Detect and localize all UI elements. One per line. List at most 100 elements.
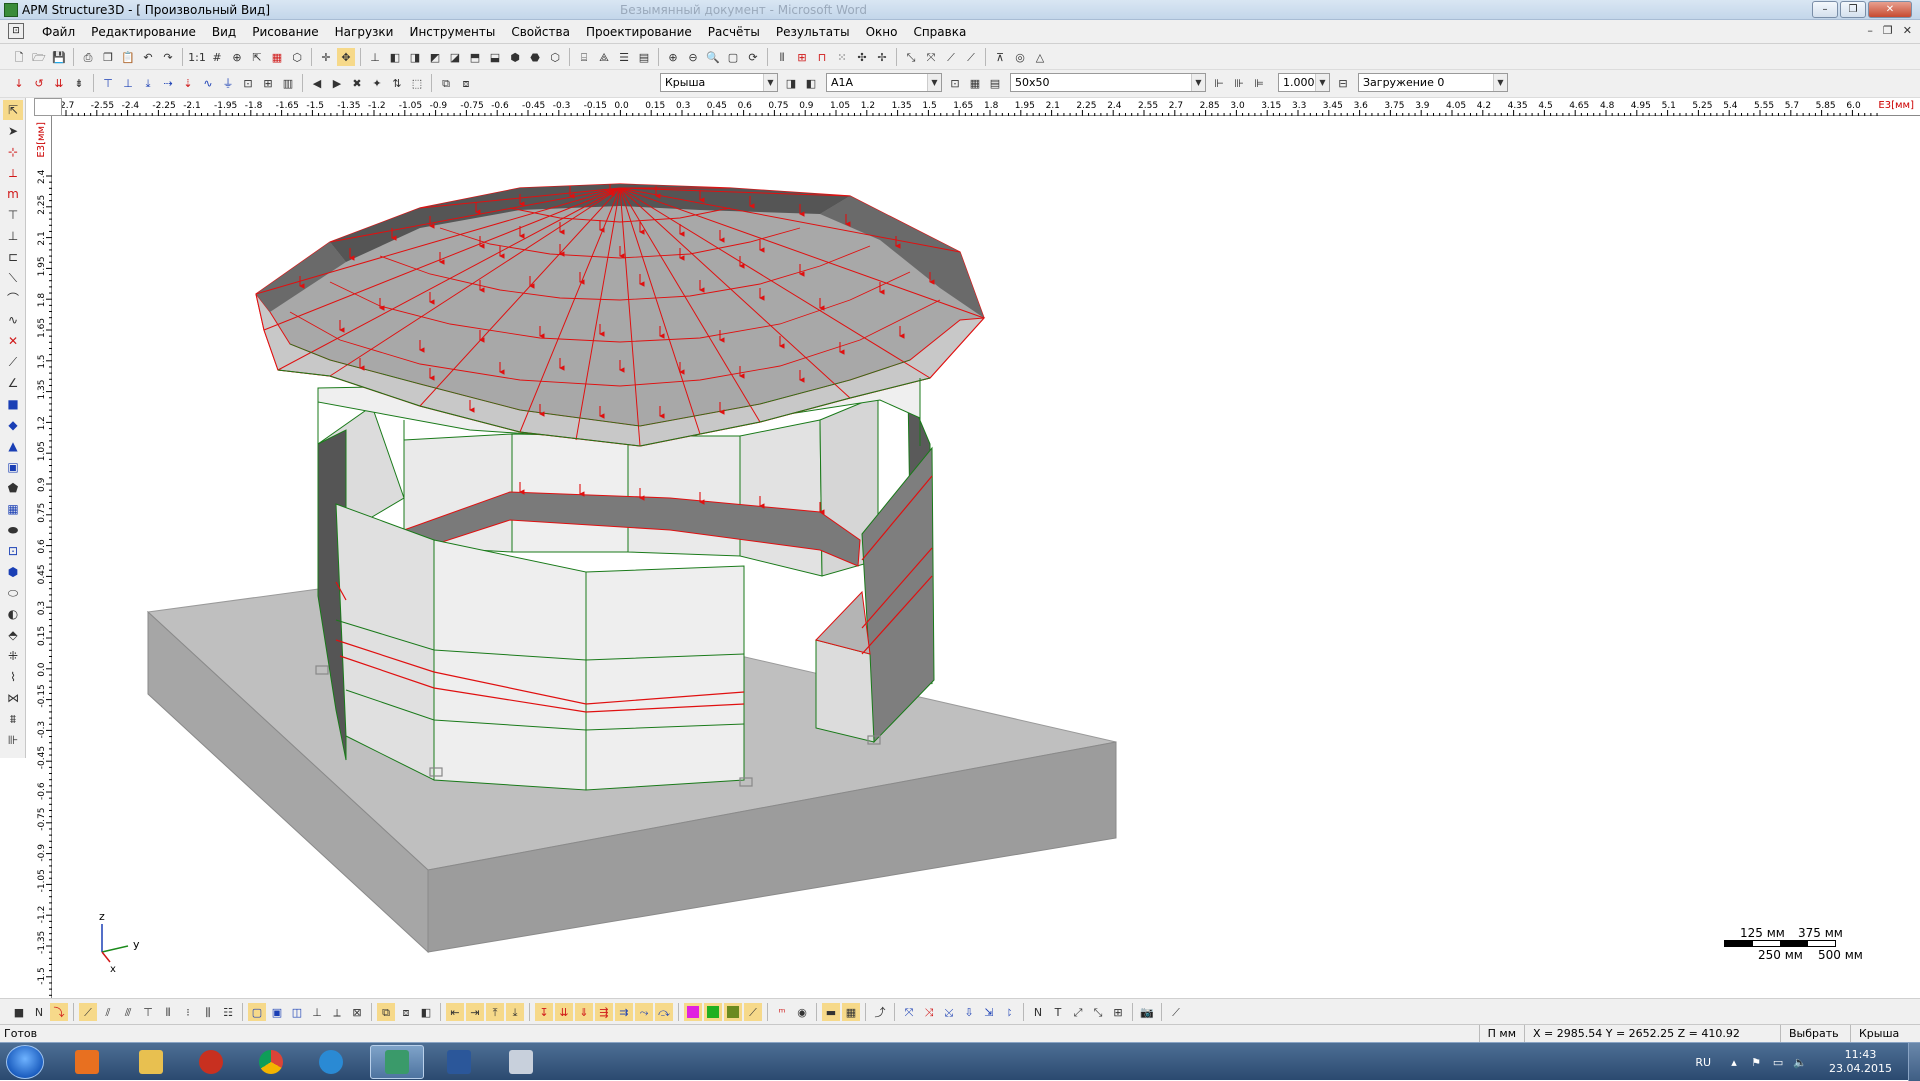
seismic-load-icon[interactable]: ∿ xyxy=(199,74,217,92)
show-elements-icon[interactable]: ⫴ xyxy=(159,1003,177,1021)
zoom-in-icon[interactable]: ⊕ xyxy=(664,48,682,66)
color-magenta-icon[interactable] xyxy=(684,1003,702,1021)
pressure-load-icon[interactable]: ⊥ xyxy=(119,74,137,92)
force-icon[interactable]: ↓ xyxy=(10,74,28,92)
show-temperature-icon[interactable]: ⤓ xyxy=(506,1003,524,1021)
scale-1x-icon[interactable]: 1:1 xyxy=(188,48,206,66)
chevron-down-icon[interactable]: ▼ xyxy=(763,74,777,91)
chevron-down-icon[interactable]: ▼ xyxy=(1315,74,1329,91)
zoom-out-icon[interactable]: ⊖ xyxy=(684,48,702,66)
chevron-down-icon[interactable]: ▼ xyxy=(927,74,941,91)
stiffness-center-icon[interactable]: ◉ xyxy=(793,1003,811,1021)
distributed-load-icon[interactable]: ⇊ xyxy=(50,74,68,92)
mesh-icon[interactable]: ⁙ xyxy=(833,48,851,66)
zoom-extents-icon[interactable]: ▢ xyxy=(724,48,742,66)
show-rods-icon[interactable]: ⟋ xyxy=(79,1003,97,1021)
show-wind-loads-icon[interactable]: ⇶ xyxy=(595,1003,613,1021)
slab-icon[interactable]: ⬬ xyxy=(3,520,23,540)
model-viewport[interactable]: z y x 125 мм 375 мм 250 мм 500 мм xyxy=(52,116,1920,998)
table-icon[interactable]: ▦ xyxy=(268,48,286,66)
mass-icon[interactable]: ⊡ xyxy=(239,74,257,92)
taskbar-file-explorer[interactable] xyxy=(124,1045,178,1079)
line-load-icon[interactable]: ⇟ xyxy=(70,74,88,92)
text-t-icon[interactable]: T xyxy=(1049,1003,1067,1021)
view-iso1-icon[interactable]: ⬢ xyxy=(506,48,524,66)
layer-lock-icon[interactable]: ◧ xyxy=(802,74,820,92)
view-iso2-icon[interactable]: ⬣ xyxy=(526,48,544,66)
minimize-button[interactable]: – xyxy=(1812,1,1838,18)
show-pressure-icon[interactable]: ⤒ xyxy=(486,1003,504,1021)
material-icon[interactable]: ▤ xyxy=(986,74,1004,92)
menu-results[interactable]: Результаты xyxy=(768,25,858,39)
arrow-right-icon[interactable]: ▶ xyxy=(328,74,346,92)
snap-icon[interactable]: ⊕ xyxy=(228,48,246,66)
show-seismic-loads-icon[interactable]: ⇉ xyxy=(615,1003,633,1021)
truss-icon[interactable]: ⋈ xyxy=(3,688,23,708)
column-icon[interactable]: ⊡ xyxy=(3,541,23,561)
layer-visible-icon[interactable]: ◨ xyxy=(782,74,800,92)
mdi-restore-button[interactable]: ❐ xyxy=(1883,24,1893,37)
perspective-icon[interactable]: ⟁ xyxy=(595,48,613,66)
section-library-icon[interactable]: ⊡ xyxy=(946,74,964,92)
load-edit-icon[interactable]: ⬚ xyxy=(408,74,426,92)
hinge-icon[interactable]: ◎ xyxy=(1011,48,1029,66)
camera-icon[interactable]: 📷 xyxy=(1138,1003,1156,1021)
node-icon[interactable]: ⊞ xyxy=(793,48,811,66)
reaction-icon[interactable]: ⇩ xyxy=(960,1003,978,1021)
cable-icon[interactable]: ✕ xyxy=(3,331,23,351)
show-render-icon[interactable]: ⟋ xyxy=(744,1003,762,1021)
show-groups-icon[interactable]: ⧉ xyxy=(377,1003,395,1021)
taskbar-media-player[interactable] xyxy=(60,1045,114,1079)
maximize-button[interactable]: ❐ xyxy=(1840,1,1866,18)
support-icon[interactable]: ⊼ xyxy=(991,48,1009,66)
chevron-down-icon[interactable]: ▼ xyxy=(1191,74,1205,91)
menu-properties[interactable]: Свойства xyxy=(503,25,578,39)
load-case-select[interactable]: Загружение 0 ▼ xyxy=(1358,73,1508,92)
layer-select[interactable]: Крыша ▼ xyxy=(660,73,778,92)
node-m-icon[interactable]: m xyxy=(3,184,23,204)
render-icon[interactable]: ⬡ xyxy=(288,48,306,66)
view-bottom-icon[interactable]: ⬓ xyxy=(486,48,504,66)
menu-loads[interactable]: Нагрузки xyxy=(327,25,402,39)
delete-load-icon[interactable]: ✖ xyxy=(348,74,366,92)
network-icon[interactable]: ▭ xyxy=(1771,1055,1785,1069)
view-back-icon[interactable]: ◨ xyxy=(406,48,424,66)
displacement-load-icon[interactable]: ⤓ xyxy=(139,74,157,92)
show-shells-icon[interactable]: ▣ xyxy=(268,1003,286,1021)
crosshair-icon[interactable]: ✛ xyxy=(317,48,335,66)
extrude-icon[interactable]: ⬟ xyxy=(3,478,23,498)
scale-object-icon[interactable]: ⤡ xyxy=(902,48,920,66)
cylinder-icon[interactable]: ⬭ xyxy=(3,583,23,603)
wall-icon[interactable]: ▦ xyxy=(3,499,23,519)
mode-shape-icon[interactable]: ⥏ xyxy=(1000,1003,1018,1021)
clock[interactable]: 11:43 23.04.2015 xyxy=(1829,1048,1892,1076)
taskbar-apm-structure3d[interactable] xyxy=(370,1045,424,1079)
grid-snap-icon[interactable]: ⊩ xyxy=(1210,74,1228,92)
clear-icon[interactable]: ⟋ xyxy=(1167,1003,1185,1021)
new-file-icon[interactable]: 🗋 xyxy=(10,48,28,66)
show-displacement-loads-icon[interactable]: ⤼ xyxy=(655,1003,673,1021)
menu-window[interactable]: Окно xyxy=(858,25,906,39)
layers-icon[interactable]: ☰ xyxy=(615,48,633,66)
nodes-toggle-icon[interactable]: ■ xyxy=(10,1003,28,1021)
temperature-load-icon[interactable]: ⊤ xyxy=(99,74,117,92)
redo-icon[interactable]: ↷ xyxy=(159,48,177,66)
menu-edit[interactable]: Редактирование xyxy=(83,25,204,39)
show-mass-loads-icon[interactable]: ⤳ xyxy=(635,1003,653,1021)
menu-design[interactable]: Проектирование xyxy=(578,25,700,39)
solid-icon[interactable]: ▲ xyxy=(3,436,23,456)
document-icon[interactable]: ⊡ xyxy=(8,23,24,39)
select-icon[interactable]: ⇱ xyxy=(248,48,266,66)
paste-icon[interactable]: 📋 xyxy=(119,48,137,66)
rebar-icon[interactable]: ⫴ xyxy=(773,48,791,66)
grid-toggle-icon[interactable]: ⊪ xyxy=(1230,74,1248,92)
load-list-icon[interactable]: ⇅ xyxy=(388,74,406,92)
section-editor-icon[interactable]: ▦ xyxy=(966,74,984,92)
show-diagrams-icon[interactable]: ⁝ xyxy=(179,1003,197,1021)
show-surface-loads-icon[interactable]: ⇓ xyxy=(575,1003,593,1021)
stairs-icon[interactable]: ⌇ xyxy=(3,667,23,687)
show-layers-icon[interactable]: ⧈ xyxy=(397,1003,415,1021)
node-move-icon[interactable]: ⟂ xyxy=(3,163,23,183)
show-materials-icon[interactable]: ◧ xyxy=(417,1003,435,1021)
text-n-icon[interactable]: N xyxy=(1029,1003,1047,1021)
